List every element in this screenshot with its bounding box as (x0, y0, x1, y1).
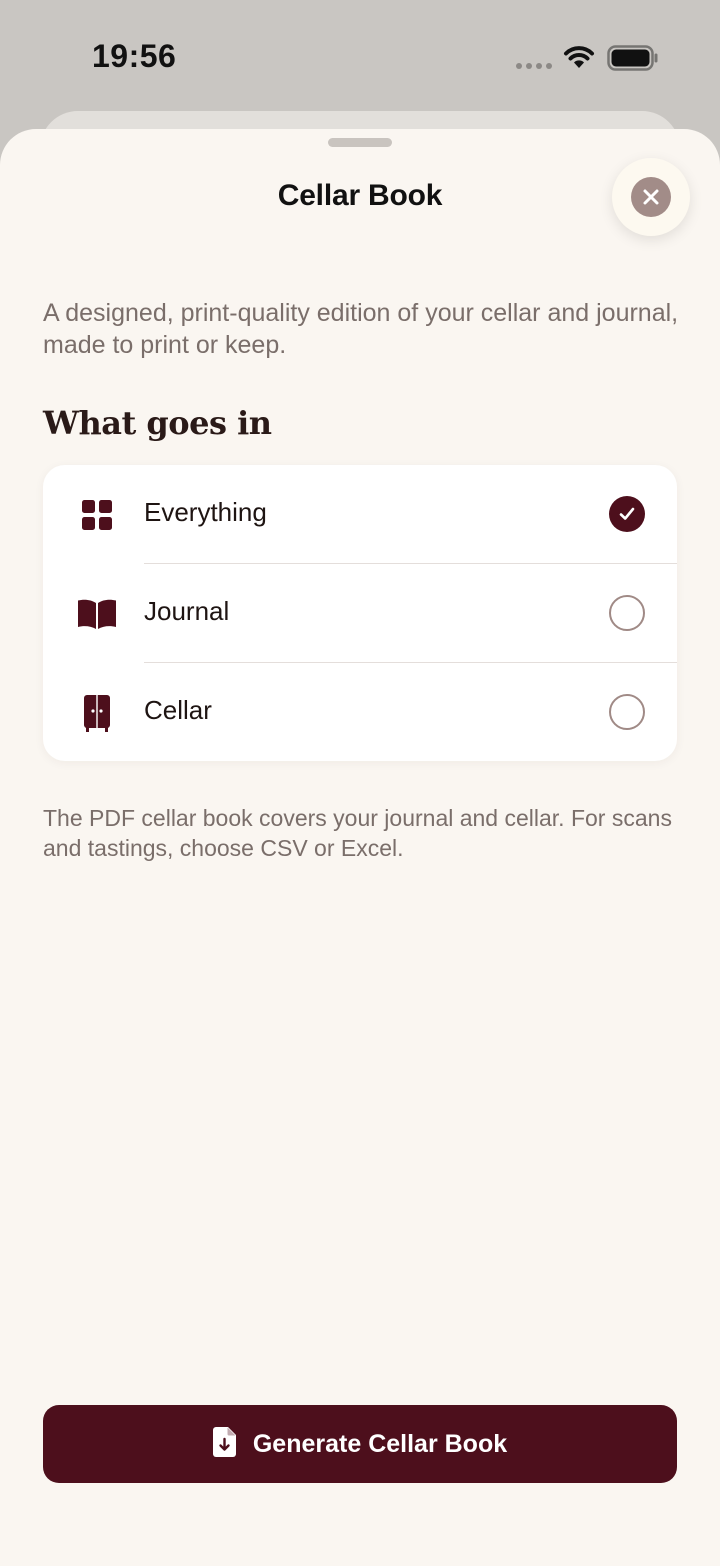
battery-icon (607, 45, 658, 71)
close-icon (631, 177, 671, 217)
option-label: Journal (144, 596, 230, 626)
cellular-signal-icon (516, 63, 552, 69)
generate-cellar-book-button[interactable]: Generate Cellar Book (43, 1405, 677, 1483)
option-everything[interactable]: Everything (43, 465, 677, 563)
document-download-icon (212, 1426, 237, 1462)
intro-text: A designed, print-quality edition of you… (43, 299, 679, 359)
cabinet-icon (77, 693, 117, 733)
sheet-grabber[interactable] (328, 138, 392, 147)
close-button[interactable] (612, 158, 690, 236)
option-journal[interactable]: Journal (43, 564, 677, 662)
export-footnote: The PDF cellar book covers your journal … (43, 805, 672, 861)
status-time: 19:56 (92, 38, 177, 74)
content-options-list: Everything Journal Cellar (43, 465, 677, 761)
grid-icon (77, 495, 117, 535)
option-label: Everything (144, 497, 267, 527)
option-label: Cellar (144, 695, 212, 725)
radio-unselected-icon (609, 694, 645, 730)
screen: 19:56 Cellar Book A designed, print-qual… (0, 0, 720, 1566)
option-cellar[interactable]: Cellar (43, 663, 677, 761)
open-book-icon (77, 594, 117, 634)
generate-button-label: Generate Cellar Book (252, 1429, 508, 1458)
status-bar: 19:56 (0, 0, 720, 110)
section-heading: What goes in (43, 404, 272, 442)
checkmark-selected-icon (609, 496, 645, 532)
wifi-icon (564, 46, 594, 68)
cellar-book-sheet: Cellar Book A designed, print-quality ed… (0, 129, 720, 1566)
radio-unselected-icon (609, 595, 645, 631)
